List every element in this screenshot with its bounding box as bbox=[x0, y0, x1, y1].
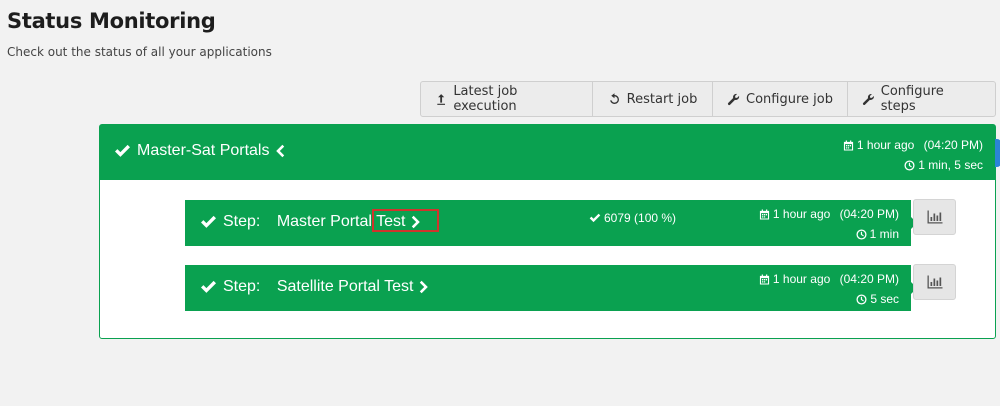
step-duration: 1 min bbox=[759, 224, 899, 244]
job-duration: 1 min, 5 sec bbox=[843, 155, 983, 175]
configure-job-label: Configure job bbox=[746, 91, 833, 107]
bar-chart-icon bbox=[927, 210, 942, 224]
bar-chart-icon bbox=[927, 275, 942, 289]
check-icon bbox=[201, 215, 216, 228]
check-icon bbox=[115, 144, 130, 157]
clock-icon bbox=[904, 159, 915, 171]
configure-steps-button[interactable]: Configure steps bbox=[848, 82, 995, 116]
page-subtitle: Check out the status of all your applica… bbox=[7, 45, 272, 59]
wrench-icon bbox=[862, 93, 874, 105]
latest-job-execution-button[interactable]: Latest job execution bbox=[421, 82, 593, 116]
highlight-annotation bbox=[372, 209, 439, 232]
chevron-left-icon bbox=[276, 144, 285, 158]
latest-job-execution-label: Latest job execution bbox=[453, 84, 518, 114]
step-prefix: Step: bbox=[223, 213, 261, 230]
job-title-toggle[interactable]: Master-Sat Portals bbox=[114, 142, 285, 160]
step-started-ago: 1 hour ago bbox=[772, 272, 831, 286]
step-statistics-button[interactable] bbox=[913, 199, 956, 235]
upload-icon bbox=[437, 93, 446, 105]
job-started-time: (04:20 PM) bbox=[923, 138, 983, 152]
configure-job-button[interactable]: Configure job bbox=[713, 82, 848, 116]
step-row: Step: Satellite Portal Test 1 hour ago (… bbox=[185, 265, 917, 311]
step-name: Satellite Portal Test bbox=[276, 278, 414, 295]
step-title-toggle[interactable]: Step: Satellite Portal Test bbox=[200, 278, 429, 296]
calendar-icon bbox=[843, 139, 853, 151]
check-icon bbox=[589, 213, 601, 223]
job-header: Master-Sat Portals 1 hour ago (04:20 PM)… bbox=[100, 125, 1000, 180]
step-count: 6079 (100 %) bbox=[589, 211, 676, 225]
step-duration-value: 5 sec bbox=[870, 292, 899, 306]
wrench-icon bbox=[727, 93, 740, 105]
step-started-ago: 1 hour ago bbox=[772, 207, 831, 221]
step-started-time: (04:20 PM) bbox=[839, 207, 899, 221]
step-prefix: Step: bbox=[223, 278, 261, 295]
step-duration-value: 1 min bbox=[869, 227, 899, 241]
step-row: Step: Master Portal Test 6079 (100 %) 1 … bbox=[185, 200, 917, 246]
step-meta: 1 hour ago (04:20 PM) 1 min bbox=[759, 204, 899, 244]
step-meta: 1 hour ago (04:20 PM) 5 sec bbox=[759, 269, 899, 309]
check-icon bbox=[201, 280, 216, 293]
page-title: Status Monitoring bbox=[7, 9, 216, 33]
calendar-icon bbox=[759, 273, 769, 285]
step-count-value: 6079 (100 %) bbox=[604, 211, 677, 225]
job-panel: Master-Sat Portals 1 hour ago (04:20 PM)… bbox=[99, 124, 1000, 339]
undo-icon bbox=[609, 92, 619, 104]
job-meta: 1 hour ago (04:20 PM) 1 min, 5 sec bbox=[843, 135, 983, 175]
clock-icon bbox=[856, 293, 867, 305]
job-started: 1 hour ago (04:20 PM) bbox=[843, 135, 983, 155]
configure-steps-label: Configure steps bbox=[880, 84, 944, 114]
clock-icon bbox=[856, 228, 867, 240]
side-tab[interactable] bbox=[995, 139, 1000, 167]
restart-job-button[interactable]: Restart job bbox=[593, 82, 713, 116]
job-started-ago: 1 hour ago bbox=[856, 138, 915, 152]
chevron-right-icon bbox=[420, 280, 429, 294]
calendar-icon bbox=[759, 208, 769, 220]
step-started-time: (04:20 PM) bbox=[839, 272, 899, 286]
step-duration: 5 sec bbox=[759, 289, 899, 309]
step-started: 1 hour ago (04:20 PM) bbox=[759, 269, 899, 289]
step-started: 1 hour ago (04:20 PM) bbox=[759, 204, 899, 224]
job-name: Master-Sat Portals bbox=[137, 142, 270, 159]
restart-job-label: Restart job bbox=[626, 91, 698, 107]
step-statistics-button[interactable] bbox=[913, 264, 956, 300]
job-toolbar: Latest job execution Restart job Configu… bbox=[420, 81, 996, 117]
job-duration-value: 1 min, 5 sec bbox=[918, 158, 983, 172]
